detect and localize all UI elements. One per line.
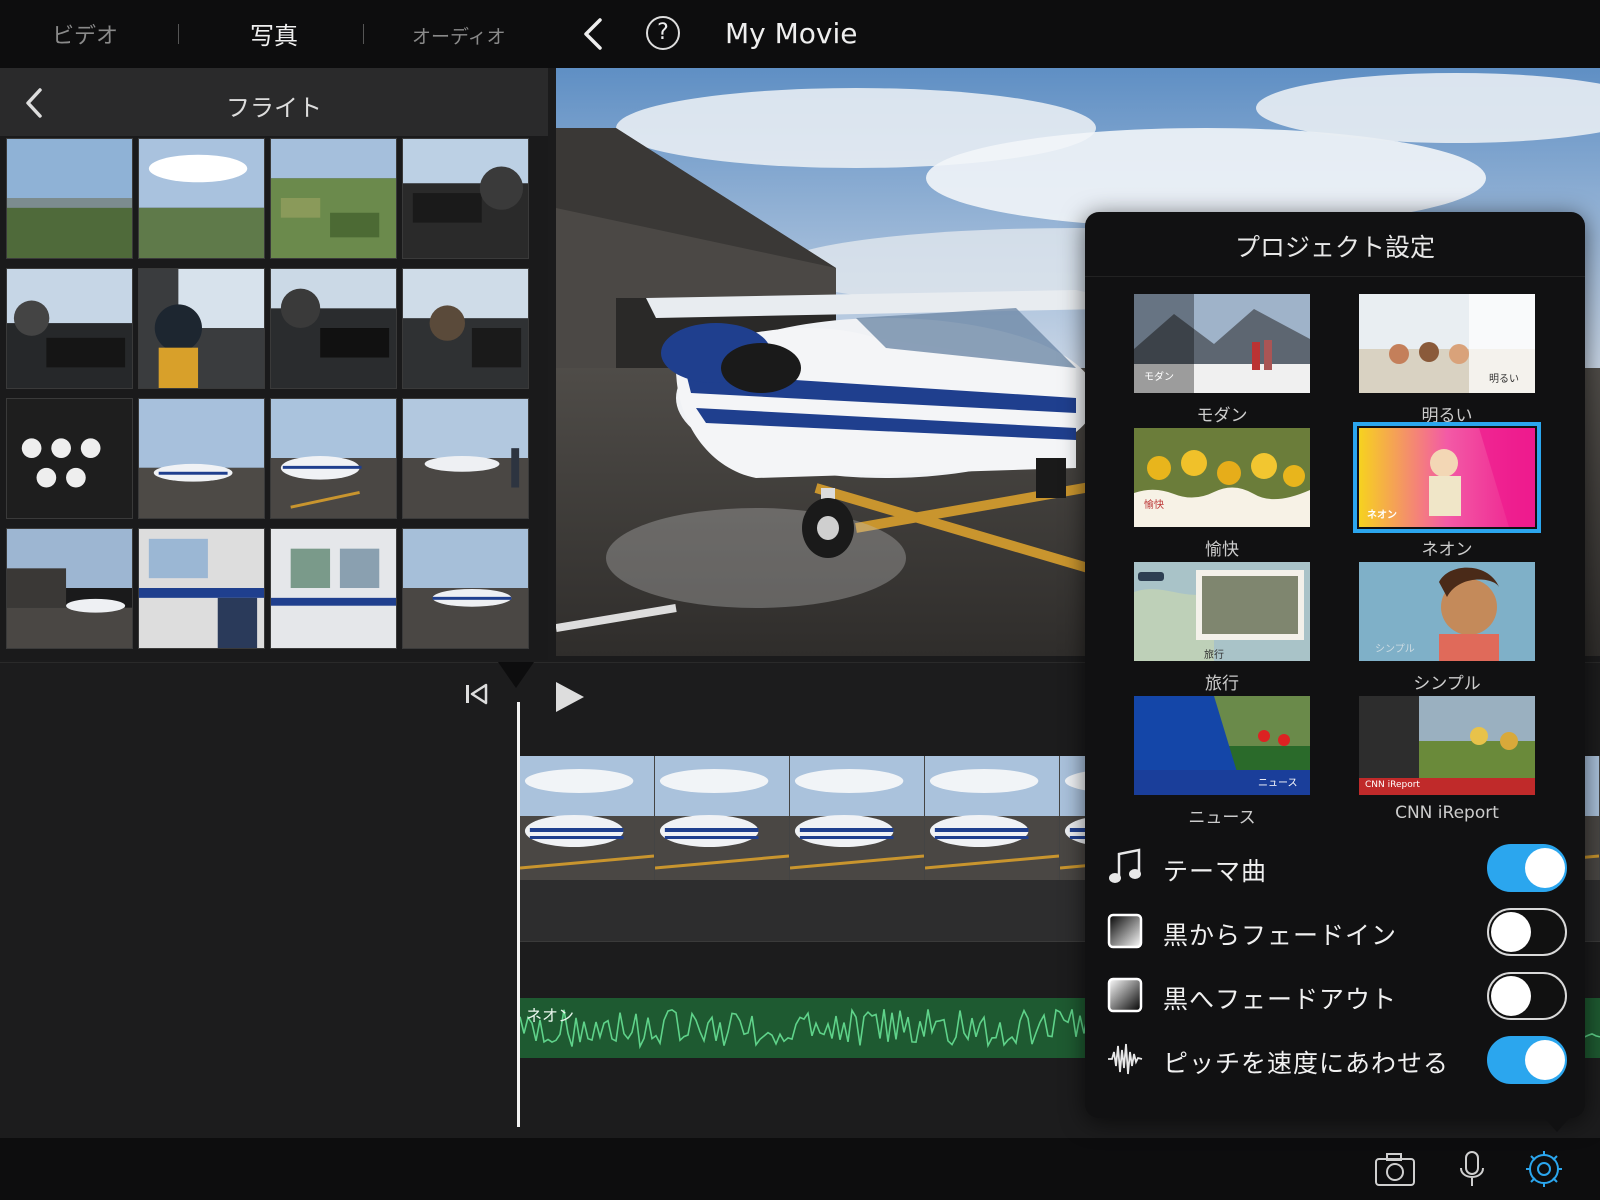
photo-thumbnail[interactable]: [270, 138, 397, 259]
bottom-toolbar: [0, 1138, 1600, 1200]
photo-thumbnail[interactable]: [270, 268, 397, 389]
top-bar: ビデオ 写真 オーディオ ? My Movie: [0, 0, 1600, 68]
popover-title: プロジェクト設定: [1234, 233, 1435, 262]
theme-music-toggle[interactable]: [1487, 844, 1567, 892]
setting-pitch-speed: ピッチを速度にあわせる: [1107, 1032, 1567, 1088]
theme-badge: シンプル: [1375, 644, 1415, 655]
theme-thumbnail: 旅行: [1134, 562, 1310, 661]
imovie-app: ビデオ 写真 オーディオ ? My Movie フライト ネオン プロジェクト設…: [0, 0, 1600, 1200]
music-note-icon: [1109, 848, 1141, 883]
theme-playful[interactable]: 愉快 愉快: [1134, 428, 1310, 560]
theme-thumbnail: シンプル: [1359, 562, 1535, 661]
theme-label: ニュース: [1188, 808, 1256, 828]
theme-badge: 愉快: [1144, 500, 1164, 511]
project-settings-popover: プロジェクト設定 モダン モダン 明るい 明るい 愉快 愉快 ネオン ネオン 旅…: [1085, 212, 1585, 1118]
photo-thumbnail[interactable]: [6, 398, 133, 519]
setting-label: 黒へフェードアウト: [1163, 985, 1398, 1014]
toggle-knob: [1525, 848, 1565, 888]
fade-in-toggle[interactable]: [1487, 908, 1567, 956]
theme-thumbnail: ニュース: [1134, 696, 1310, 795]
photo-thumbnail[interactable]: [402, 398, 529, 519]
microphone-icon[interactable]: [1450, 1150, 1494, 1188]
theme-news[interactable]: ニュース ニュース: [1134, 696, 1310, 828]
pitch-speed-toggle[interactable]: [1487, 1036, 1567, 1084]
theme-label: シンプル: [1413, 674, 1481, 694]
tab-audio[interactable]: オーディオ: [412, 22, 506, 49]
tab-separator: [178, 24, 179, 44]
clip-frame: [790, 756, 925, 880]
theme-thumbnail: ネオン: [1353, 422, 1541, 533]
theme-label: モダン: [1196, 406, 1248, 426]
setting-label: テーマ曲: [1163, 857, 1268, 886]
media-browser: フライト: [0, 68, 548, 660]
audio-clip-label: ネオン: [526, 1006, 575, 1025]
photo-thumbnail[interactable]: [270, 398, 397, 519]
clip-frame: [655, 756, 790, 880]
tab-separator: [363, 24, 364, 44]
album-title: フライト: [226, 94, 322, 122]
toggle-knob: [1491, 976, 1531, 1016]
theme-label: 旅行: [1205, 674, 1239, 694]
project-title: My Movie: [725, 17, 858, 50]
theme-bright[interactable]: 明るい 明るい: [1359, 294, 1535, 426]
photo-thumbnail[interactable]: [402, 268, 529, 389]
playhead[interactable]: [517, 702, 520, 1127]
browser-header: フライト: [0, 68, 548, 136]
setting-label: 黒からフェードイン: [1163, 921, 1398, 950]
photo-thumbnail[interactable]: [6, 268, 133, 389]
theme-travel[interactable]: 旅行 旅行: [1134, 562, 1310, 694]
theme-badge: ニュース: [1258, 778, 1298, 789]
theme-label: 愉快: [1205, 540, 1239, 560]
clip-frame: [520, 756, 655, 880]
toggle-knob: [1491, 912, 1531, 952]
theme-badge: ネオン: [1367, 510, 1397, 521]
tab-video[interactable]: ビデオ: [52, 18, 118, 50]
clip-frame: [925, 756, 1060, 880]
setting-fade-out: 黒へフェードアウト: [1107, 968, 1567, 1024]
theme-thumbnail: CNN iReport: [1359, 696, 1535, 795]
photo-thumbnail[interactable]: [138, 398, 265, 519]
theme-thumbnail: モダン: [1134, 294, 1310, 393]
waveform-icon: [1108, 1043, 1143, 1075]
setting-fade-in: 黒からフェードイン: [1107, 904, 1567, 960]
theme-badge: CNN iReport: [1365, 780, 1420, 790]
photo-thumbnail[interactable]: [270, 528, 397, 649]
theme-badge: 旅行: [1204, 650, 1224, 661]
theme-badge: モダン: [1144, 372, 1174, 383]
photo-thumbnail[interactable]: [138, 528, 265, 649]
photo-thumbnail[interactable]: [138, 268, 265, 389]
theme-neon[interactable]: ネオン ネオン: [1353, 422, 1541, 560]
photo-thumbnail[interactable]: [6, 138, 133, 259]
theme-label: 明るい: [1421, 406, 1473, 426]
fade-out-toggle[interactable]: [1487, 972, 1567, 1020]
help-button[interactable]: ?: [646, 16, 680, 50]
setting-theme-music: テーマ曲: [1107, 840, 1567, 896]
fade-in-icon: [1107, 913, 1143, 949]
setting-label: ピッチを速度にあわせる: [1163, 1049, 1450, 1078]
camera-icon[interactable]: [1373, 1150, 1417, 1188]
theme-modern[interactable]: モダン モダン: [1134, 294, 1310, 426]
play-icon[interactable]: [552, 679, 586, 715]
theme-thumbnail: 明るい: [1359, 294, 1535, 393]
theme-label: ネオン: [1421, 540, 1473, 560]
settings-gear-icon[interactable]: [1522, 1150, 1566, 1188]
photo-thumbnail[interactable]: [402, 138, 529, 259]
theme-label: CNN iReport: [1395, 803, 1499, 823]
photo-thumbnail[interactable]: [138, 138, 265, 259]
divider: [1085, 276, 1585, 277]
chevron-left-icon[interactable]: [580, 16, 610, 52]
fade-out-icon: [1107, 977, 1143, 1013]
tab-photos[interactable]: 写真: [250, 16, 298, 51]
photo-thumbnail[interactable]: [6, 528, 133, 649]
popover-arrow: [1541, 1114, 1573, 1132]
photo-thumbnail[interactable]: [402, 528, 529, 649]
theme-thumbnail: 愉快: [1134, 428, 1310, 527]
theme-cnn-ireport[interactable]: CNN iReport CNN iReport: [1359, 696, 1535, 823]
playhead-notch: [498, 662, 534, 688]
toggle-knob: [1525, 1040, 1565, 1080]
theme-badge: 明るい: [1489, 374, 1519, 385]
theme-simple[interactable]: シンプル シンプル: [1359, 562, 1535, 694]
skip-to-start-icon[interactable]: [464, 681, 490, 707]
